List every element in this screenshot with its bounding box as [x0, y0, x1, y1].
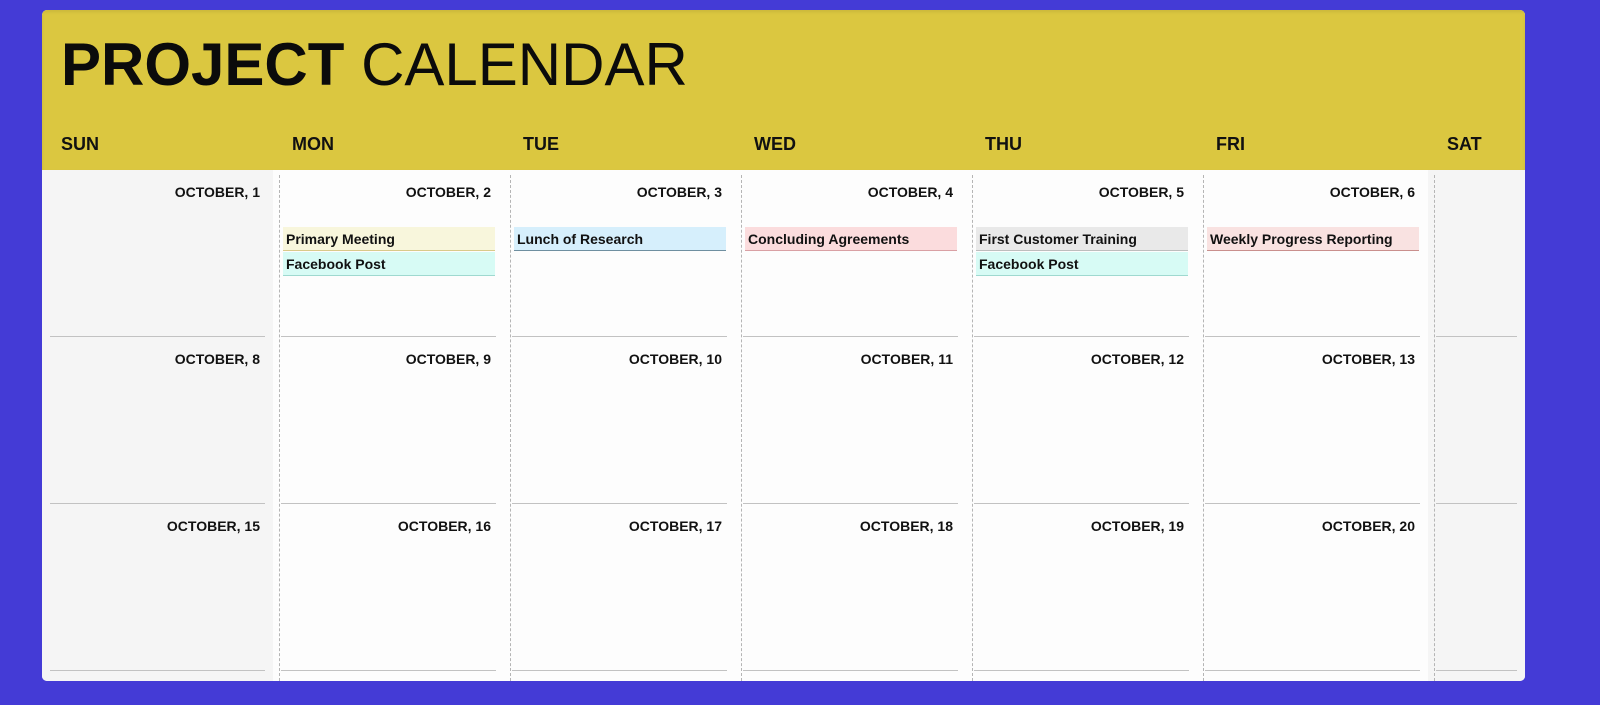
day-date-label: OCTOBER, 17	[628, 518, 722, 534]
day-cell[interactable]: OCTOBER, 15	[42, 504, 273, 671]
project-calendar: PROJECT CALENDAR SUN MON TUE WED THU FRI SAT O…	[42, 10, 1525, 681]
calendar-event[interactable]: Weekly Progress Reporting	[1207, 227, 1419, 251]
row-divider	[974, 670, 1189, 671]
event-list: Weekly Progress Reporting	[1207, 227, 1419, 252]
day-cell[interactable]: OCTOBER, 3 Lunch of Research	[504, 170, 735, 337]
day-cell[interactable]: OCTOBER, 8	[42, 337, 273, 504]
day-date-label: OCTOBER, 2	[405, 184, 491, 200]
day-cell[interactable]: OCTOBER, 19	[966, 504, 1197, 671]
page-title: PROJECT CALENDAR	[61, 32, 688, 98]
weekday-header-row: SUN MON TUE WED THU FRI SAT	[42, 134, 1525, 158]
weekday-wed: WED	[754, 134, 796, 154]
calendar-header: PROJECT CALENDAR SUN MON TUE WED THU FRI SAT	[42, 10, 1525, 170]
day-date-label: OCTOBER, 6	[1329, 184, 1415, 200]
day-date-label: OCTOBER, 5	[1098, 184, 1184, 200]
row-divider	[281, 670, 496, 671]
event-list: First Customer Training Facebook Post	[976, 227, 1188, 277]
day-date-label: OCTOBER, 10	[628, 351, 722, 367]
weekday-thu: THU	[985, 134, 1022, 154]
row-divider	[512, 670, 727, 671]
day-date-label: OCTOBER, 12	[1090, 351, 1184, 367]
row-divider	[1436, 670, 1517, 671]
calendar-event[interactable]: Primary Meeting	[283, 227, 495, 251]
day-cell[interactable]: OCTOBER, 4 Concluding Agreements	[735, 170, 966, 337]
day-cell[interactable]: OCTOBER, 20	[1197, 504, 1428, 671]
day-cell[interactable]: OCTOBER, 2 Primary Meeting Facebook Post	[273, 170, 504, 337]
row-divider	[1205, 670, 1420, 671]
day-cell[interactable]: OCTOBER, 18	[735, 504, 966, 671]
calendar-event[interactable]: Facebook Post	[283, 252, 495, 276]
day-cell[interactable]	[1428, 170, 1525, 337]
title-bold: PROJECT	[61, 31, 345, 98]
day-cell[interactable]: OCTOBER, 16	[273, 504, 504, 671]
day-cell[interactable]: OCTOBER, 1	[42, 170, 273, 337]
event-list: Lunch of Research	[514, 227, 726, 252]
day-cell[interactable]: OCTOBER, 10	[504, 337, 735, 504]
day-cell[interactable]: OCTOBER, 12	[966, 337, 1197, 504]
day-date-label: OCTOBER, 4	[867, 184, 953, 200]
event-list: Primary Meeting Facebook Post	[283, 227, 495, 277]
day-date-label: OCTOBER, 8	[174, 351, 260, 367]
day-cell[interactable]: OCTOBER, 9	[273, 337, 504, 504]
day-date-label: OCTOBER, 1	[174, 184, 260, 200]
weekday-sat: SAT	[1447, 134, 1482, 154]
weekday-fri: FRI	[1216, 134, 1245, 154]
day-date-label: OCTOBER, 9	[405, 351, 491, 367]
day-cell[interactable]	[1428, 504, 1525, 671]
day-date-label: OCTOBER, 15	[166, 518, 260, 534]
event-list: Concluding Agreements	[745, 227, 957, 252]
calendar-event[interactable]: Facebook Post	[976, 252, 1188, 276]
day-cell[interactable]: OCTOBER, 11	[735, 337, 966, 504]
day-cell[interactable]: OCTOBER, 6 Weekly Progress Reporting	[1197, 170, 1428, 337]
day-cell[interactable]	[1428, 337, 1525, 504]
calendar-grid: OCTOBER, 1 OCTOBER, 2 Primary Meeting Faceb…	[42, 170, 1525, 681]
weekday-sun: SUN	[61, 134, 100, 154]
day-date-label: OCTOBER, 18	[859, 518, 953, 534]
day-date-label: OCTOBER, 20	[1321, 518, 1415, 534]
day-date-label: OCTOBER, 3	[636, 184, 722, 200]
day-cell[interactable]: OCTOBER, 17	[504, 504, 735, 671]
row-divider	[50, 670, 265, 671]
day-date-label: OCTOBER, 16	[397, 518, 491, 534]
calendar-event[interactable]: First Customer Training	[976, 227, 1188, 251]
day-date-label: OCTOBER, 19	[1090, 518, 1184, 534]
day-date-label: OCTOBER, 13	[1321, 351, 1415, 367]
row-divider	[743, 670, 958, 671]
calendar-event[interactable]: Concluding Agreements	[745, 227, 957, 251]
day-date-label: OCTOBER, 11	[860, 351, 953, 367]
calendar-event[interactable]: Lunch of Research	[514, 227, 726, 251]
weekday-tue: TUE	[523, 134, 559, 154]
title-light: CALENDAR	[361, 31, 688, 98]
day-cell[interactable]: OCTOBER, 13	[1197, 337, 1428, 504]
day-cell[interactable]: OCTOBER, 5 First Customer Training Faceboo…	[966, 170, 1197, 337]
weekday-mon: MON	[292, 134, 334, 154]
